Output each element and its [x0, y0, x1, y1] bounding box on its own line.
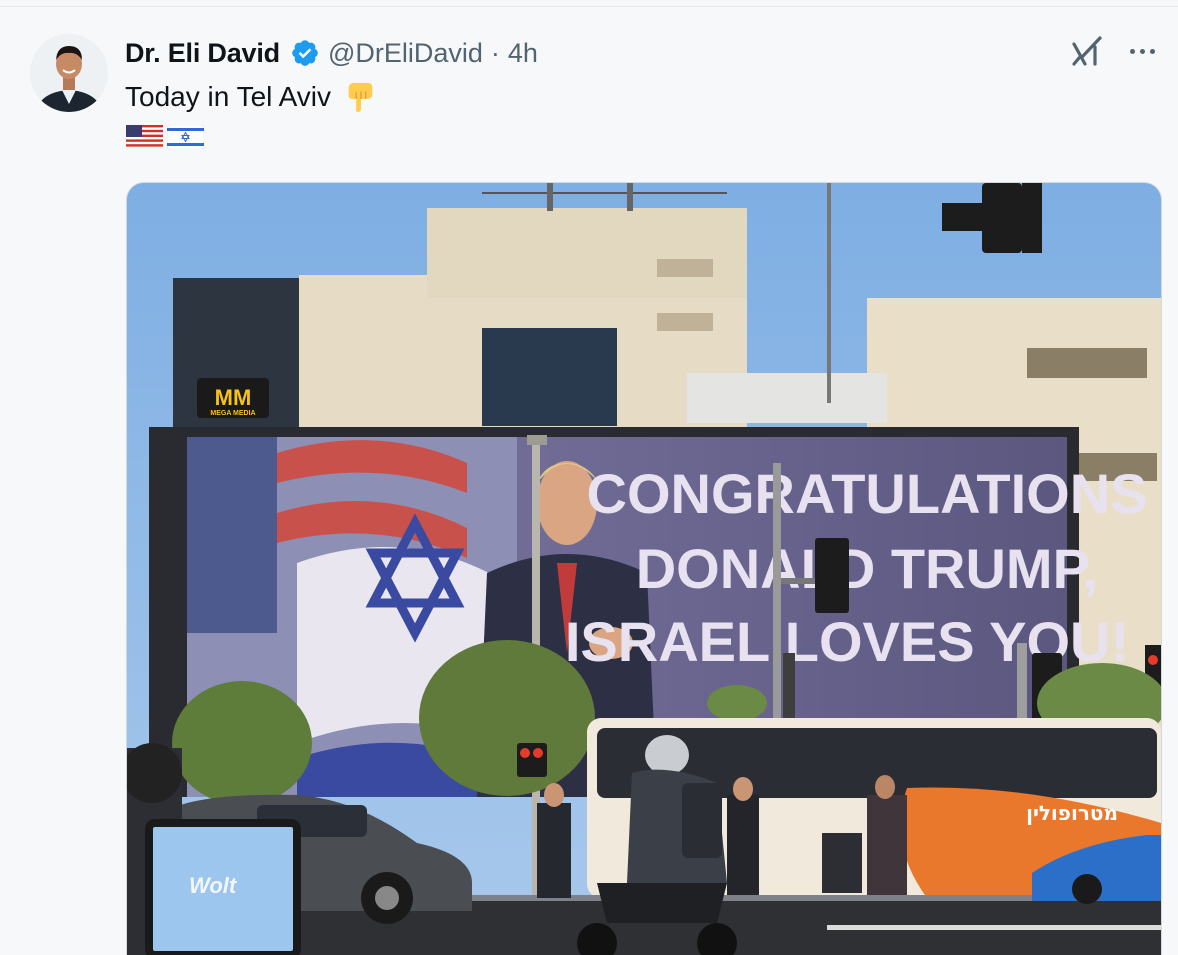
- tweet-header: Dr. Eli David @DrEliDavid · 4h: [125, 36, 538, 70]
- more-options-icon[interactable]: [1125, 40, 1159, 62]
- pointing-down-emoji-icon: [348, 82, 373, 113]
- bus-company-text: מטרופולין: [1026, 801, 1118, 825]
- top-divider: [0, 6, 1178, 7]
- billboard-line-1: CONGRATULATIONS: [587, 462, 1148, 525]
- verified-badge-icon[interactable]: [290, 38, 320, 68]
- us-flag-icon: [126, 125, 163, 149]
- tel-aviv-billboard-photo: MM MEGA MEDIA CONGRATULATIONS DONALD TRU…: [127, 183, 1161, 955]
- author-handle[interactable]: @DrEliDavid: [328, 38, 483, 69]
- grok-icon[interactable]: [1071, 34, 1105, 68]
- billboard-line-2: DONALD TRUMP,: [636, 537, 1099, 600]
- mm-logo-text: MM: [215, 385, 252, 410]
- avatar-image: [30, 34, 108, 112]
- flag-emojis: [126, 125, 204, 149]
- tweet-photo[interactable]: MM MEGA MEDIA CONGRATULATIONS DONALD TRU…: [126, 182, 1162, 955]
- author-name[interactable]: Dr. Eli David: [125, 38, 280, 69]
- wolt-logo-text: Wolt: [189, 873, 238, 898]
- israel-flag-icon: [167, 125, 204, 149]
- author-avatar[interactable]: [30, 34, 108, 112]
- tweet-text-content: Today in Tel Aviv: [125, 81, 331, 112]
- tweet-text: Today in Tel Aviv: [125, 80, 377, 114]
- mega-media-text: MEGA MEDIA: [210, 410, 255, 417]
- separator-dot: ·: [490, 37, 500, 68]
- tweet-timestamp[interactable]: 4h: [508, 38, 538, 69]
